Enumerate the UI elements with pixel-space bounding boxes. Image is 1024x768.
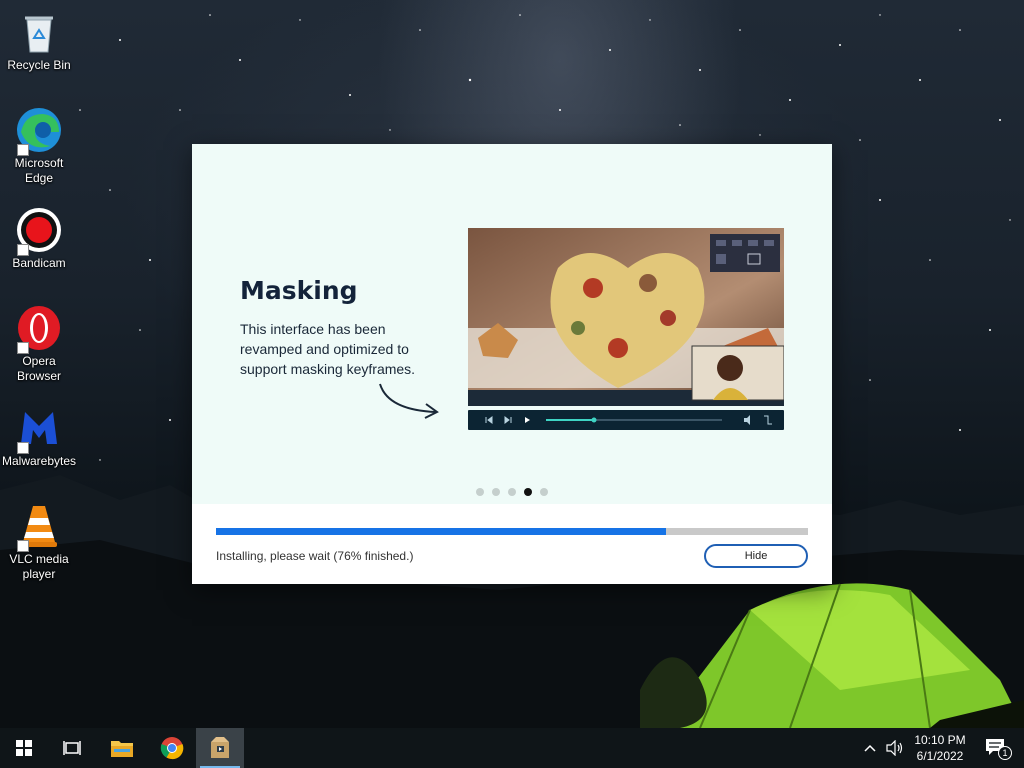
taskbar-clock[interactable]: 10:10 PM 6/1/2022 <box>912 732 968 764</box>
carousel-dot[interactable] <box>476 488 484 496</box>
installer-footer: Installing, please wait (76% finished.) … <box>192 504 832 584</box>
clock-date: 6/1/2022 <box>916 749 964 763</box>
installer-dialog: Masking This interface has been revamped… <box>192 144 832 584</box>
volume-button[interactable] <box>882 728 908 768</box>
desktop-icon-label: Bandicam <box>12 256 66 270</box>
desktop-icon-vlc[interactable]: VLC media player <box>0 502 78 582</box>
installer-app-icon <box>211 737 229 758</box>
install-status-text: Installing, please wait (76% finished.) <box>216 549 414 563</box>
desktop-icon-label: VLC media player <box>9 552 69 581</box>
carousel-dot[interactable] <box>508 488 516 496</box>
install-progress-fill <box>216 528 666 535</box>
chevron-up-icon <box>864 744 876 752</box>
task-view-icon <box>63 741 81 755</box>
carousel-dot-active[interactable] <box>524 488 532 496</box>
taskbar-chrome[interactable] <box>148 728 196 768</box>
malwarebytes-icon <box>15 404 63 454</box>
start-icon <box>16 740 32 756</box>
edge-icon <box>15 106 63 156</box>
desktop-icon-label: Microsoft Edge <box>14 156 64 185</box>
desktop-icon-opera[interactable]: Opera Browser <box>0 304 78 384</box>
shortcut-arrow-icon <box>17 442 29 454</box>
show-hidden-icons-button[interactable] <box>858 728 882 768</box>
desktop-icon-label: Recycle Bin <box>7 58 71 72</box>
desktop-icon-label: Malwarebytes <box>1 454 77 468</box>
recycle-bin-icon <box>15 8 63 56</box>
slide-description: This interface has been revamped and opt… <box>240 321 416 377</box>
video-frame <box>468 228 784 406</box>
speaker-icon <box>886 740 903 756</box>
vlc-icon <box>15 502 63 552</box>
notification-count-badge: 1 <box>998 746 1012 760</box>
desktop-icon-label: Opera Browser <box>16 354 61 383</box>
taskbar-file-explorer[interactable] <box>98 728 146 768</box>
install-progress-bar <box>216 528 808 535</box>
slide-title: Masking <box>240 276 358 305</box>
curved-arrow-icon <box>379 383 439 419</box>
start-button[interactable] <box>0 728 48 768</box>
hide-button[interactable]: Hide <box>704 544 808 568</box>
task-view-button[interactable] <box>48 728 96 768</box>
video-playback-bar <box>468 410 784 430</box>
shortcut-arrow-icon <box>17 342 29 354</box>
action-center-button[interactable]: 1 <box>976 728 1016 768</box>
shortcut-arrow-icon <box>17 244 29 256</box>
chrome-icon <box>160 737 184 760</box>
shortcut-arrow-icon <box>17 540 29 552</box>
desktop-icon-bandicam[interactable]: Bandicam <box>0 206 78 271</box>
file-explorer-icon <box>111 741 133 757</box>
bandicam-icon <box>15 206 63 256</box>
desktop-icon-edge[interactable]: Microsoft Edge <box>0 106 78 186</box>
opera-icon <box>15 304 63 354</box>
carousel-dot[interactable] <box>492 488 500 496</box>
masking-preview-video <box>468 228 784 406</box>
clock-time: 10:10 PM <box>914 733 966 747</box>
desktop-icon-malwarebytes[interactable]: Malwarebytes <box>0 404 78 469</box>
desktop-icon-recycle-bin[interactable]: Recycle Bin <box>0 8 78 73</box>
taskbar: 10:10 PM 6/1/2022 1 <box>0 728 1024 768</box>
carousel-dot[interactable] <box>540 488 548 496</box>
shortcut-arrow-icon <box>17 144 29 156</box>
green-tent <box>640 583 1024 728</box>
taskbar-installer-app[interactable] <box>196 728 244 768</box>
